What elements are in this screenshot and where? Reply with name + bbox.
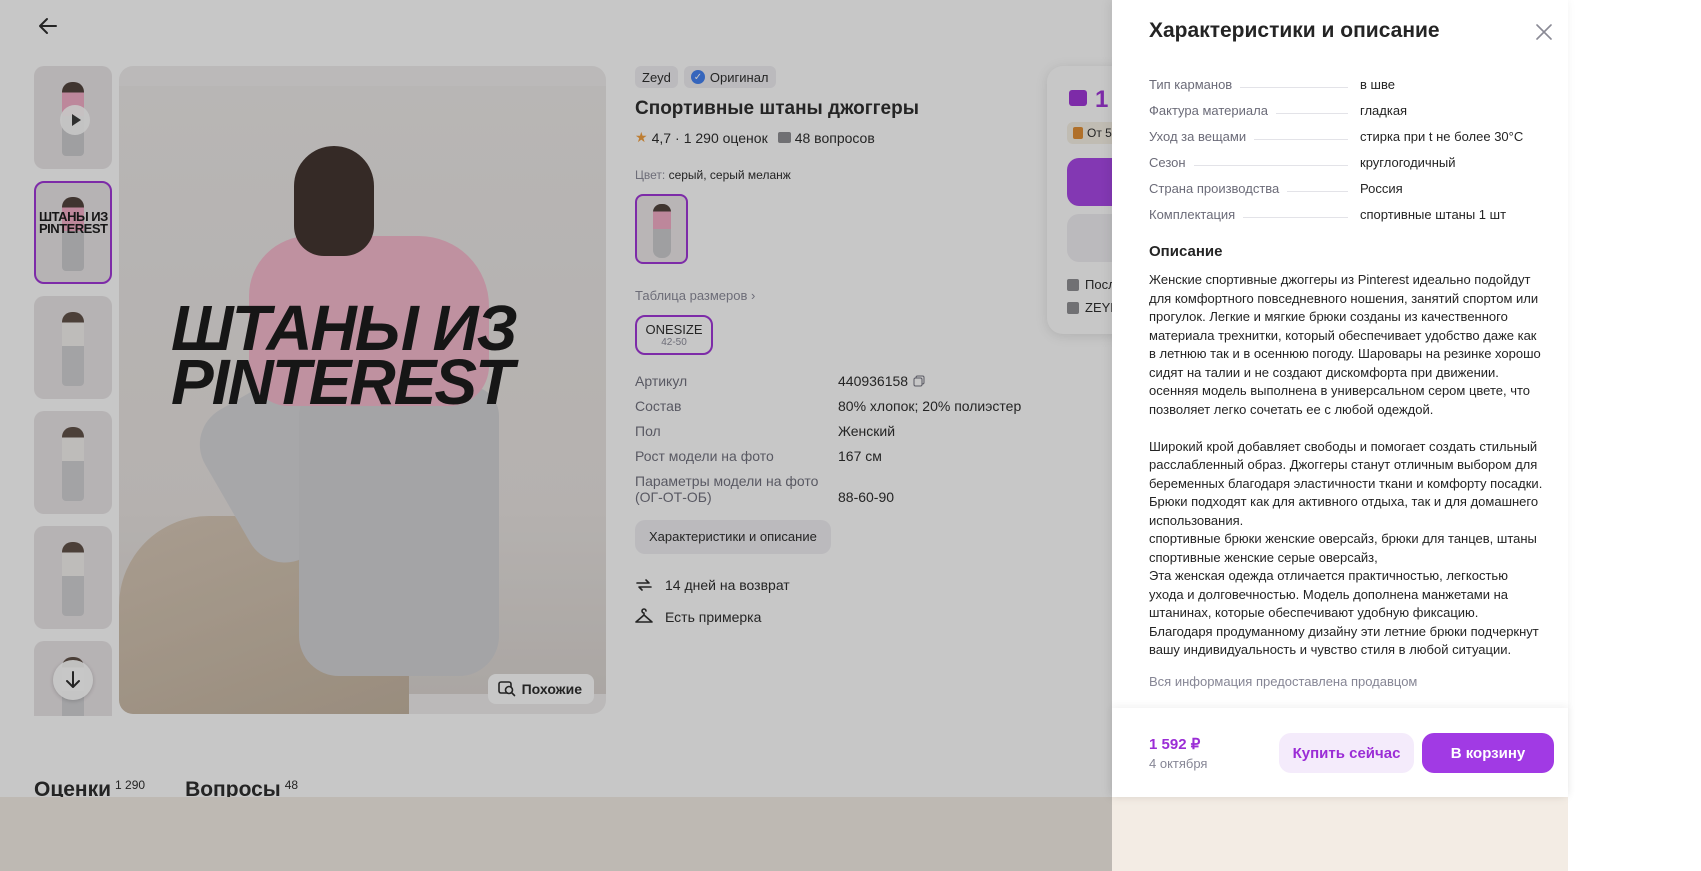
drawer-spec-key: Тип карманов bbox=[1149, 77, 1233, 92]
drawer-content[interactable]: Тип карманов в шве Фактура материала гладк… bbox=[1149, 66, 1545, 706]
seller-note: Вся информация предоставлена продавцом bbox=[1149, 673, 1418, 689]
footer-price: 1 592 ₽ bbox=[1149, 736, 1201, 753]
buy-now-button[interactable]: Купить сейчас bbox=[1279, 733, 1414, 773]
drawer-spec-key: Сезон bbox=[1149, 155, 1186, 170]
characteristics-drawer: Характеристики и описание Тип карманов в … bbox=[1112, 0, 1568, 797]
drawer-spec-key: Уход за вещами bbox=[1149, 129, 1247, 144]
drawer-spec-key-wrap: Сезон bbox=[1149, 155, 1360, 170]
dotted-line bbox=[1275, 113, 1348, 114]
dotted-line bbox=[1254, 139, 1348, 140]
drawer-spec-key-wrap: Страна производства bbox=[1149, 181, 1360, 196]
drawer-spec-value: круглогодичный bbox=[1360, 155, 1456, 170]
add-to-cart-button[interactable]: В корзину bbox=[1422, 733, 1554, 773]
modal-backdrop[interactable] bbox=[0, 0, 1112, 871]
drawer-spec-key-wrap: Тип карманов bbox=[1149, 77, 1360, 92]
description-text: Женские спортивные джоггеры из Pinterest… bbox=[1149, 272, 1543, 657]
dotted-line bbox=[1240, 87, 1348, 88]
drawer-spec-key: Фактура материала bbox=[1149, 103, 1268, 118]
drawer-spec-row: Страна производства Россия bbox=[1149, 170, 1545, 196]
dotted-line bbox=[1193, 165, 1348, 166]
page-right-area bbox=[1568, 0, 1701, 871]
drawer-spec-row: Комплектация спортивные штаны 1 шт bbox=[1149, 196, 1545, 222]
drawer-spec-row: Уход за вещами стирка при t не более 30°C bbox=[1149, 118, 1545, 144]
drawer-spec-value: Россия bbox=[1360, 181, 1403, 196]
drawer-spec-row: Тип карманов в шве bbox=[1149, 66, 1545, 92]
drawer-spec-row: Фактура материала гладкая bbox=[1149, 92, 1545, 118]
drawer-title: Характеристики и описание bbox=[1149, 19, 1440, 42]
dotted-line bbox=[1287, 191, 1348, 192]
footer-delivery-date: 4 октября bbox=[1149, 756, 1208, 771]
close-button[interactable] bbox=[1536, 24, 1554, 42]
drawer-spec-key: Комплектация bbox=[1149, 207, 1236, 222]
drawer-footer: 1 592 ₽ 4 октября Купить сейчас В корзин… bbox=[1112, 708, 1568, 797]
drawer-spec-value: стирка при t не более 30°C bbox=[1360, 129, 1524, 144]
drawer-spec-value: гладкая bbox=[1360, 103, 1408, 118]
close-icon bbox=[1536, 24, 1552, 40]
drawer-spec-row: Сезон круглогодичный bbox=[1149, 144, 1545, 170]
drawer-spec-key-wrap: Фактура материала bbox=[1149, 103, 1360, 118]
drawer-spec-value: в шве bbox=[1360, 77, 1395, 92]
dotted-line bbox=[1243, 217, 1348, 218]
drawer-spec-key-wrap: Уход за вещами bbox=[1149, 129, 1360, 144]
drawer-spec-key: Страна производства bbox=[1149, 181, 1280, 196]
description-title: Описание bbox=[1149, 243, 1223, 260]
drawer-spec-value: спортивные штаны 1 шт bbox=[1360, 207, 1507, 222]
drawer-spec-key-wrap: Комплектация bbox=[1149, 207, 1360, 222]
